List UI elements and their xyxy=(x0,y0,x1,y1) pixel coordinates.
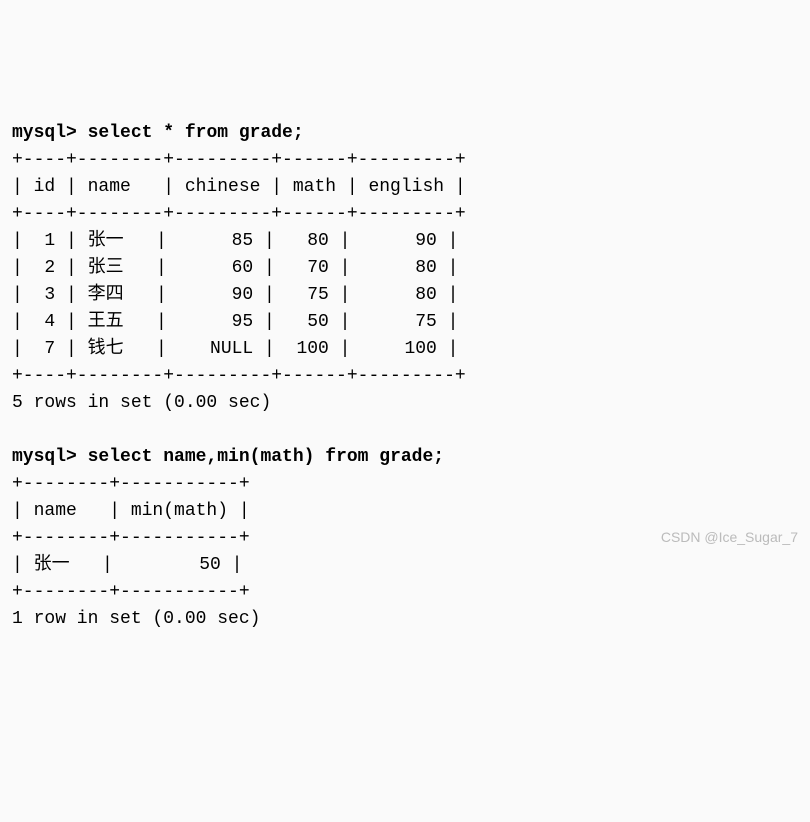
query2-status: 1 row in set (0.00 sec) xyxy=(12,609,260,629)
table1-border-bot: +----+--------+---------+------+--------… xyxy=(12,366,466,386)
sql-query-2: select name,min(math) from grade; xyxy=(88,447,444,467)
table1-border-mid: +----+--------+---------+------+--------… xyxy=(12,204,466,224)
mysql-prompt: mysql> xyxy=(12,447,77,467)
table2-border-top: +--------+-----------+ xyxy=(12,474,250,494)
sql-query-1: select * from grade; xyxy=(88,123,304,143)
table2-header: | name | min(math) | xyxy=(12,501,250,521)
table1-row: | 3 | 李四 | 90 | 75 | 80 | xyxy=(12,285,458,305)
table2-border-mid: +--------+-----------+ xyxy=(12,528,250,548)
table1-row: | 1 | 张一 | 85 | 80 | 90 | xyxy=(12,231,458,251)
mysql-prompt: mysql> xyxy=(12,123,77,143)
table1-border-top: +----+--------+---------+------+--------… xyxy=(12,150,466,170)
table1-header: | id | name | chinese | math | english | xyxy=(12,177,466,197)
table1-row: | 7 | 钱七 | NULL | 100 | 100 | xyxy=(12,339,458,359)
table2-border-bot: +--------+-----------+ xyxy=(12,582,250,602)
terminal-output: mysql> select * from grade; +----+------… xyxy=(12,120,798,633)
table1-row: | 4 | 王五 | 95 | 50 | 75 | xyxy=(12,312,458,332)
watermark: CSDN @Ice_Sugar_7 xyxy=(661,527,798,548)
table2-row: | 张一 | 50 | xyxy=(12,555,242,575)
query1-status: 5 rows in set (0.00 sec) xyxy=(12,393,271,413)
table1-row: | 2 | 张三 | 60 | 70 | 80 | xyxy=(12,258,458,278)
